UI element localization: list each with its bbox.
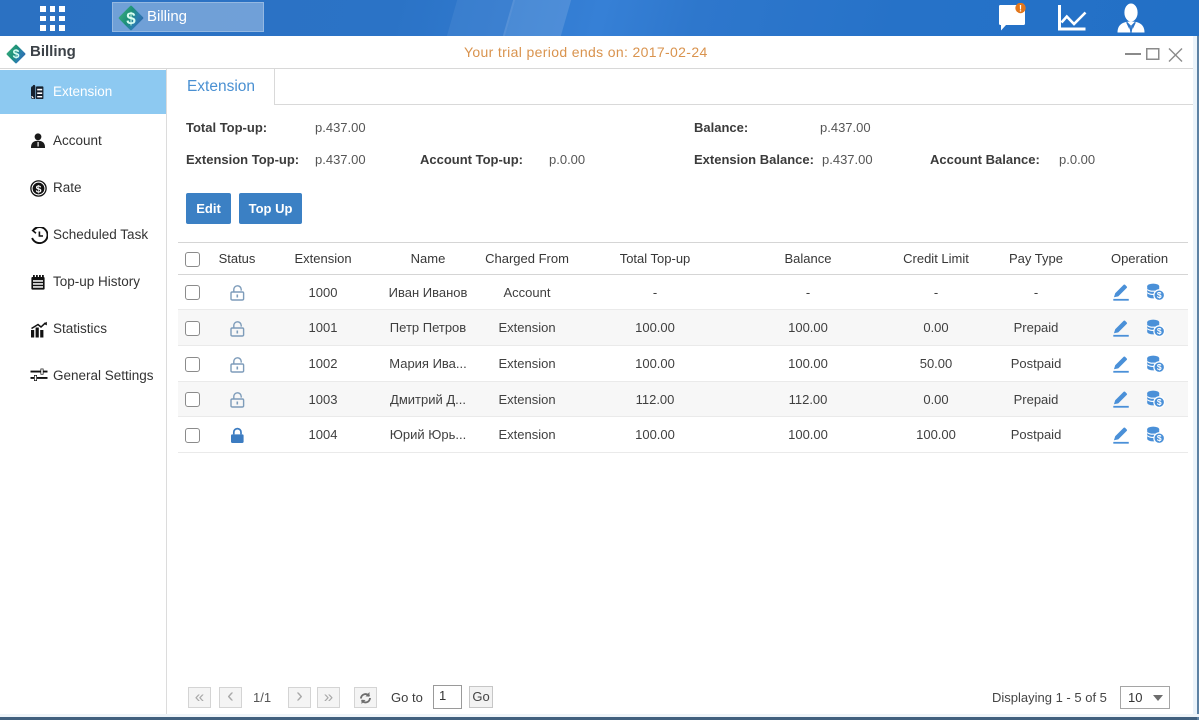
svg-text:$: $ (126, 9, 136, 28)
svg-text:$: $ (36, 183, 42, 195)
svg-text:!: ! (1019, 4, 1022, 14)
svg-text:$: $ (13, 47, 20, 61)
